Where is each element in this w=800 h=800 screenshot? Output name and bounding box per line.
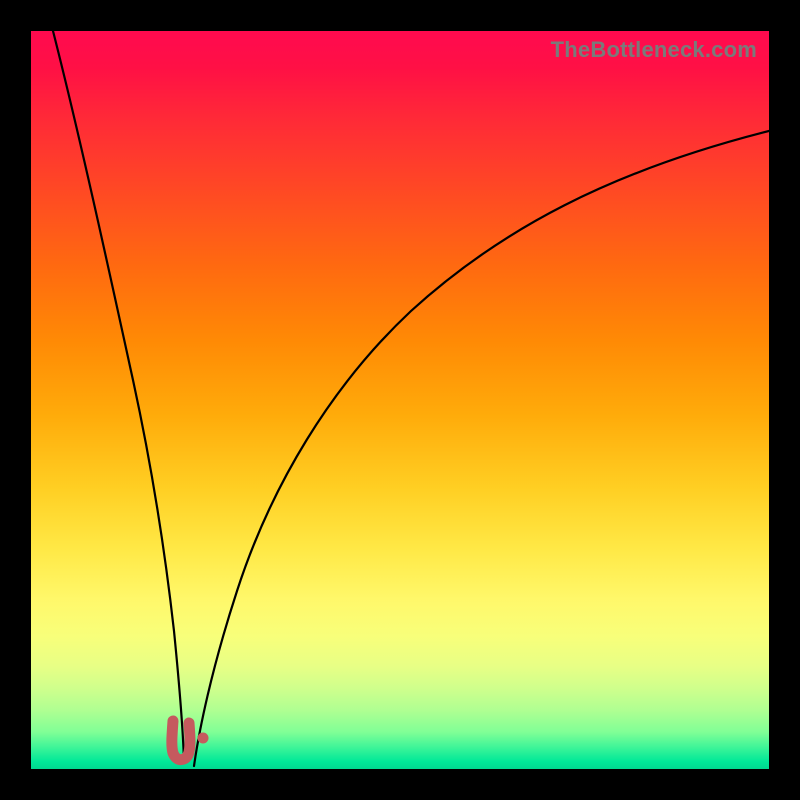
marker-dot [198,733,209,744]
marker-group [172,721,209,760]
left-curve-path [53,31,184,761]
series-right-curve [194,131,769,766]
curve-layer [31,31,769,769]
right-curve-path [194,131,769,766]
marker-u-shape [172,721,190,760]
series-left-curve [53,31,184,761]
chart-frame: TheBottleneck.com [0,0,800,800]
plot-area: TheBottleneck.com [31,31,769,769]
